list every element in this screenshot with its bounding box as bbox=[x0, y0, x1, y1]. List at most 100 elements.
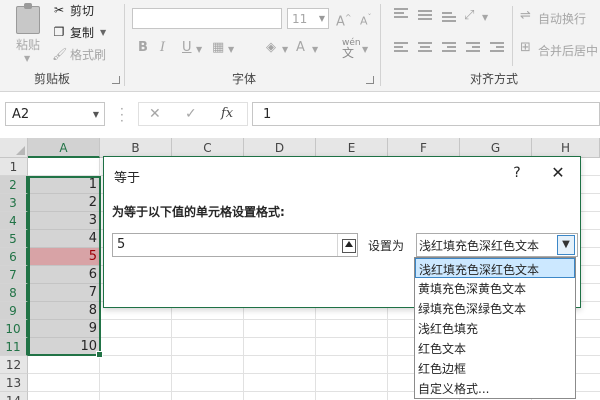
row-header-11[interactable]: 11 bbox=[0, 338, 28, 356]
column-header-f[interactable]: F bbox=[388, 138, 460, 158]
name-box[interactable]: A2 ▼ bbox=[5, 102, 105, 126]
cancel-icon[interactable]: ✕ bbox=[149, 106, 161, 122]
chevron-down-icon[interactable]: ▼ bbox=[100, 28, 106, 37]
chevron-down-icon[interactable]: ▼ bbox=[228, 45, 234, 54]
bottom-align-icon[interactable] bbox=[442, 12, 456, 24]
border-icon[interactable]: ▦ bbox=[212, 40, 224, 56]
column-header-e[interactable]: E bbox=[316, 138, 388, 158]
top-align-icon[interactable] bbox=[394, 8, 408, 20]
chevron-down-icon[interactable]: ▼ bbox=[362, 45, 368, 54]
column-header-c[interactable]: C bbox=[172, 138, 244, 158]
row-header-7[interactable]: 7 bbox=[0, 266, 28, 284]
row-header-3[interactable]: 3 bbox=[0, 194, 28, 212]
value-input[interactable]: 5 bbox=[112, 233, 358, 257]
bold-icon[interactable]: B bbox=[138, 40, 148, 56]
format-option[interactable]: 黄填充色深黄色文本 bbox=[415, 278, 575, 298]
alignment-group-label: 对齐方式 bbox=[470, 72, 519, 86]
help-button[interactable]: ? bbox=[508, 165, 526, 181]
format-painter-button[interactable]: 🖌 格式刷 bbox=[52, 45, 106, 63]
format-option[interactable]: 浅红色填充 bbox=[415, 318, 575, 338]
chevron-down-icon: ▼ bbox=[24, 54, 31, 63]
align-center-icon[interactable] bbox=[418, 42, 432, 54]
chevron-down-icon[interactable]: ▼ bbox=[312, 45, 318, 54]
row-header-13[interactable]: 13 bbox=[0, 374, 28, 392]
select-all-button[interactable] bbox=[0, 138, 28, 158]
merge-icon[interactable]: ⊞ bbox=[520, 40, 531, 56]
clipboard-launcher-icon[interactable] bbox=[112, 76, 120, 84]
format-option[interactable]: 自定义格式... bbox=[415, 378, 575, 398]
clipboard-icon bbox=[16, 3, 40, 34]
chevron-down-icon: ▼ bbox=[318, 14, 325, 23]
chevron-down-icon[interactable]: ▼ bbox=[482, 13, 488, 22]
middle-align-icon[interactable] bbox=[418, 10, 432, 22]
paste-button[interactable]: 粘贴 ▼ bbox=[8, 2, 48, 64]
row-header-2[interactable]: 2 bbox=[0, 176, 28, 194]
fill-color-icon[interactable]: ◈ bbox=[266, 40, 276, 56]
chevron-down-icon[interactable]: ▼ bbox=[93, 110, 99, 119]
row-header-14[interactable]: 14 bbox=[0, 392, 28, 400]
font-launcher-icon[interactable] bbox=[366, 76, 374, 84]
font-size-value: 11 bbox=[292, 12, 308, 26]
format-option[interactable]: 绿填充色深绿色文本 bbox=[415, 298, 575, 318]
row-header-9[interactable]: 9 bbox=[0, 302, 28, 320]
cut-button[interactable]: ✂ 剪切 bbox=[52, 1, 94, 19]
cut-label: 剪切 bbox=[70, 3, 95, 18]
format-option[interactable]: 红色边框 bbox=[415, 358, 575, 378]
column-header-b[interactable]: B bbox=[100, 138, 172, 158]
merge-center-button[interactable]: 合并后居中 bbox=[538, 42, 598, 59]
row-header-10[interactable]: 10 bbox=[0, 320, 28, 338]
dialog-instruction: 为等于以下值的单元格设置格式: bbox=[112, 205, 285, 219]
name-box-value: A2 bbox=[12, 107, 30, 122]
align-left-icon[interactable] bbox=[394, 42, 408, 54]
underline-icon[interactable]: U bbox=[182, 40, 192, 56]
copy-icon: ❐ bbox=[53, 25, 65, 39]
set-as-label: 设置为 bbox=[368, 239, 405, 253]
column-header-a[interactable]: A bbox=[28, 138, 100, 158]
copy-button[interactable]: ❐ 复制 ▼ bbox=[52, 23, 107, 41]
chevron-down-icon[interactable]: ▼ bbox=[196, 45, 202, 54]
group-divider bbox=[512, 6, 513, 66]
row-header-1[interactable]: 1 bbox=[0, 158, 28, 176]
selection-range bbox=[28, 176, 103, 358]
insert-function-icon[interactable]: fx bbox=[221, 106, 233, 121]
orientation-icon[interactable]: ⤢ bbox=[464, 8, 474, 24]
wrap-text-button[interactable]: 自动换行 bbox=[538, 10, 586, 27]
phonetic-icon[interactable]: wén 文 bbox=[342, 38, 361, 60]
row-header-4[interactable]: 4 bbox=[0, 212, 28, 230]
column-header-g[interactable]: G bbox=[460, 138, 532, 158]
grow-font-icon[interactable]: A^ bbox=[336, 10, 352, 30]
formula-bar: A2 ▼ · · · ✕ ✓ fx 1 bbox=[0, 92, 600, 138]
check-icon[interactable]: ✓ bbox=[185, 106, 197, 122]
more-icon[interactable]: · · · bbox=[120, 103, 124, 127]
row-header-5[interactable]: 5 bbox=[0, 230, 28, 248]
brush-icon: 🖌 bbox=[52, 47, 68, 61]
decrease-indent-icon[interactable] bbox=[466, 42, 480, 54]
font-name-input[interactable] bbox=[132, 8, 282, 29]
chevron-down-icon[interactable]: ▼ bbox=[282, 45, 288, 54]
italic-icon[interactable]: I bbox=[160, 40, 165, 56]
formula-buttons: ✕ ✓ fx bbox=[138, 102, 248, 126]
formula-input[interactable]: 1 bbox=[252, 102, 600, 126]
format-painter-label: 格式刷 bbox=[70, 47, 107, 62]
collapse-dialog-icon[interactable] bbox=[337, 234, 357, 256]
format-select-value: 浅红填充色深红色文本 bbox=[419, 239, 540, 253]
row-header-12[interactable]: 12 bbox=[0, 356, 28, 374]
shrink-font-icon[interactable]: Aˇ bbox=[360, 10, 372, 30]
font-color-icon[interactable]: A bbox=[296, 40, 305, 56]
format-select[interactable]: 浅红填充色深红色文本 ▼ bbox=[416, 233, 578, 257]
wrap-text-icon[interactable]: ⇌ bbox=[520, 8, 531, 24]
copy-label: 复制 bbox=[70, 25, 95, 40]
format-option[interactable]: 浅红填充色深红色文本 bbox=[415, 258, 575, 278]
row-header-6[interactable]: 6 bbox=[0, 248, 28, 266]
format-option[interactable]: 红色文本 bbox=[415, 338, 575, 358]
align-right-icon[interactable] bbox=[442, 42, 456, 54]
column-header-h[interactable]: H bbox=[532, 138, 600, 158]
font-size-select[interactable]: 11 ▼ bbox=[287, 8, 329, 29]
row-header-8[interactable]: 8 bbox=[0, 284, 28, 302]
increase-indent-icon[interactable] bbox=[490, 42, 504, 54]
chevron-down-icon[interactable]: ▼ bbox=[557, 235, 575, 255]
close-button[interactable]: ✕ bbox=[548, 163, 568, 182]
group-divider bbox=[124, 4, 125, 86]
paste-label: 粘贴 bbox=[16, 38, 41, 52]
column-header-d[interactable]: D bbox=[244, 138, 316, 158]
